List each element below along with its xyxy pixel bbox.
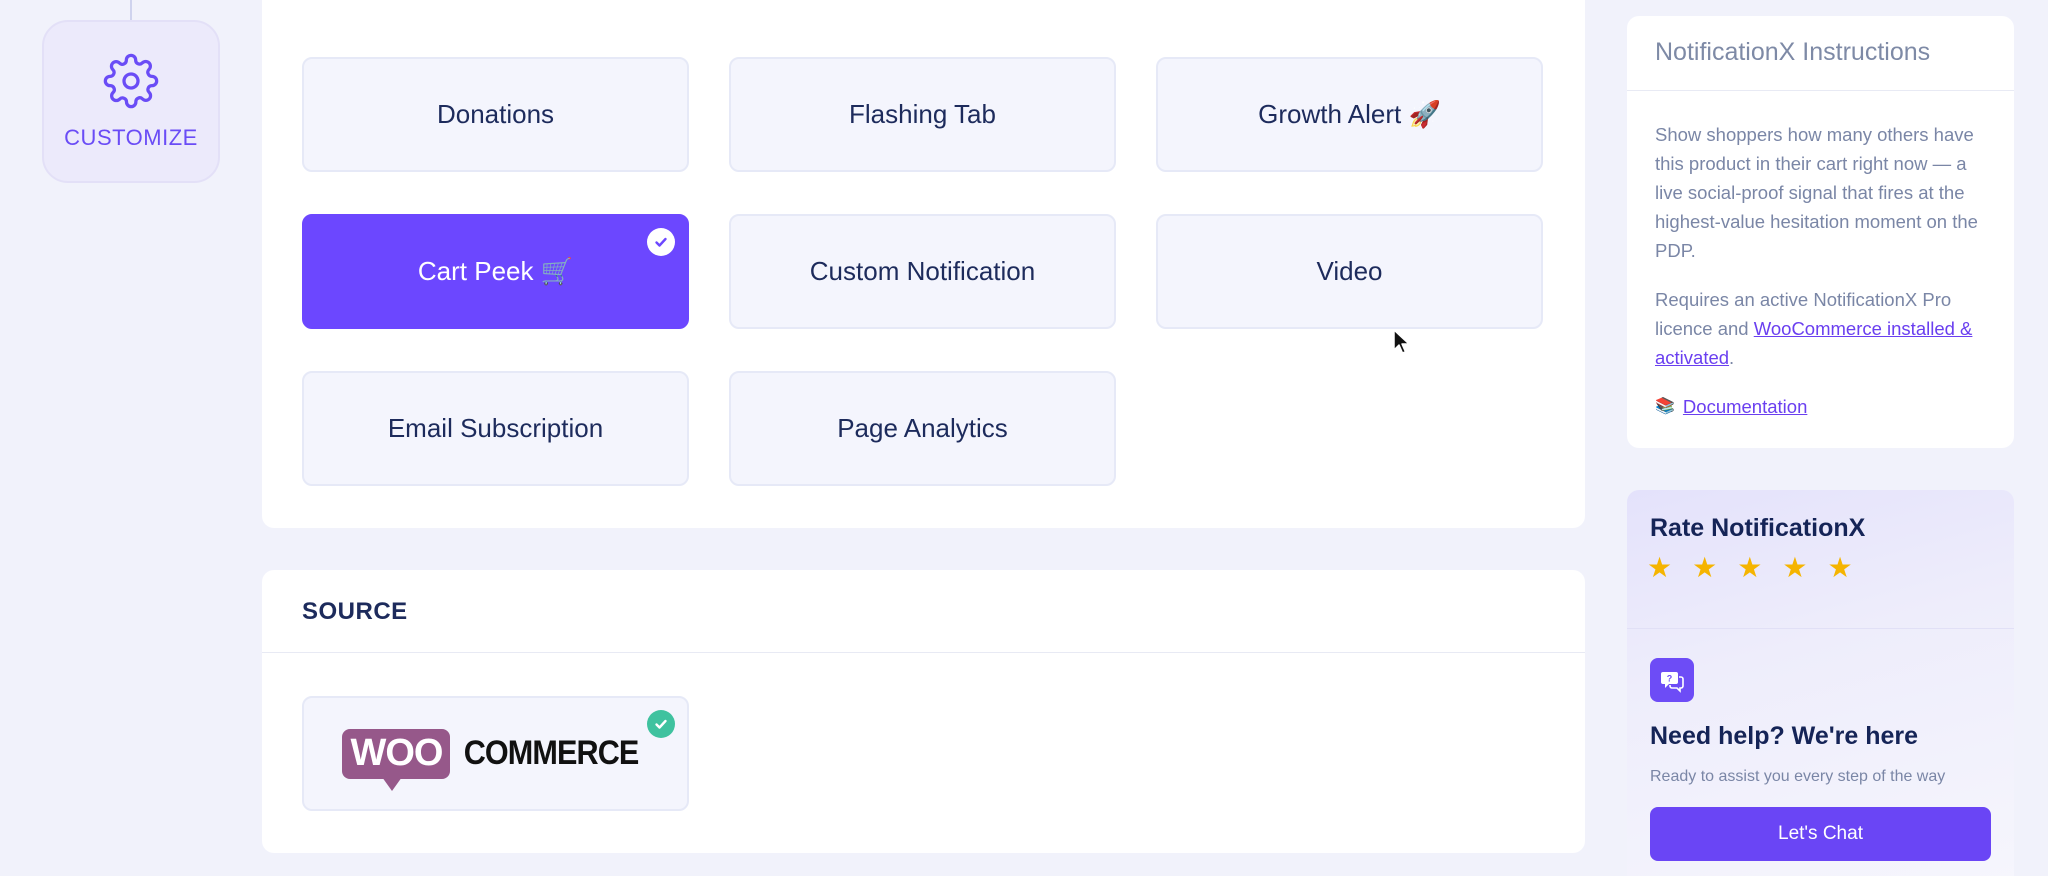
type-tile-custom-notification[interactable]: Custom Notification <box>729 214 1116 329</box>
help-title: Need help? We're here <box>1650 722 1919 750</box>
chat-bubble-icon: ? <box>1650 658 1694 702</box>
woocommerce-logo: WOO COMMERCE <box>342 728 648 791</box>
source-tile-woocommerce[interactable]: WOO COMMERCE <box>302 696 689 811</box>
star-icon[interactable]: ★ <box>1827 554 1852 582</box>
books-icon: 📚 <box>1655 398 1675 415</box>
divider <box>1627 628 2014 629</box>
type-label: Flashing Tab <box>849 99 996 129</box>
type-tile-donations[interactable]: Donations <box>302 57 689 172</box>
lets-chat-button[interactable]: Let's Chat <box>1650 807 1991 861</box>
woo-logo-bubble: WOO <box>342 728 451 791</box>
instructions-body: Show shoppers how many others have this … <box>1655 120 1995 421</box>
type-label: Growth Alert 🚀 <box>1258 99 1441 129</box>
rate-help-card: Rate NotificationX ★ ★ ★ ★ ★ ? Need help… <box>1627 490 2014 876</box>
documentation-link[interactable]: Documentation <box>1683 392 1807 421</box>
star-icon[interactable]: ★ <box>1692 554 1717 582</box>
type-tile-cart-peek[interactable]: Cart Peek 🛒 <box>302 214 689 329</box>
type-tile-video[interactable]: Video <box>1156 214 1543 329</box>
instructions-title: NotificationX Instructions <box>1655 38 1931 66</box>
type-label: Custom Notification <box>809 256 1036 286</box>
help-subtitle: Ready to assist you every step of the wa… <box>1650 768 1946 785</box>
star-icon[interactable]: ★ <box>1782 554 1807 582</box>
type-tile-page-analytics[interactable]: Page Analytics <box>729 371 1116 486</box>
rate-title: Rate NotificationX <box>1650 514 1866 542</box>
type-label: Donations <box>436 99 555 129</box>
customize-step-label: CUSTOMIZE <box>64 124 198 150</box>
type-tile-growth-alert[interactable]: Growth Alert 🚀 <box>1156 57 1543 172</box>
customize-step[interactable]: CUSTOMIZE <box>42 20 220 183</box>
source-panel: SOURCE WOO COMMERCE <box>262 570 1585 853</box>
type-label: Page Analytics <box>837 413 1008 443</box>
divider <box>262 652 1585 653</box>
svg-text:?: ? <box>1667 674 1673 684</box>
instructions-paragraph: Show shoppers how many others have this … <box>1655 124 1978 261</box>
type-label: Video <box>1316 256 1383 286</box>
gear-icon <box>103 53 159 108</box>
type-tile-email-subscription[interactable]: Email Subscription <box>302 371 689 486</box>
selected-check-icon <box>647 710 675 738</box>
star-icon[interactable]: ★ <box>1647 554 1672 582</box>
mouse-cursor-icon <box>1393 329 1410 354</box>
woo-logo-text: COMMERCE <box>464 734 640 772</box>
rating-stars: ★ ★ ★ ★ ★ <box>1647 554 1853 582</box>
type-tile-flashing-tab[interactable]: Flashing Tab <box>729 57 1116 172</box>
star-icon[interactable]: ★ <box>1737 554 1762 582</box>
type-label: Email Subscription <box>387 413 604 443</box>
instructions-card: NotificationX Instructions Show shoppers… <box>1627 16 2014 448</box>
divider <box>1627 90 2014 91</box>
step-connector-line <box>130 0 132 20</box>
type-label: Cart Peek 🛒 <box>417 256 574 286</box>
notification-type-panel: Donations Flashing Tab Growth Alert 🚀 Ca… <box>262 0 1585 528</box>
documentation-row: 📚 Documentation <box>1655 392 1995 421</box>
source-heading: SOURCE <box>302 598 408 625</box>
instructions-requirements: Requires an active NotificationX Pro lic… <box>1655 289 1973 368</box>
selected-check-icon <box>647 228 675 256</box>
